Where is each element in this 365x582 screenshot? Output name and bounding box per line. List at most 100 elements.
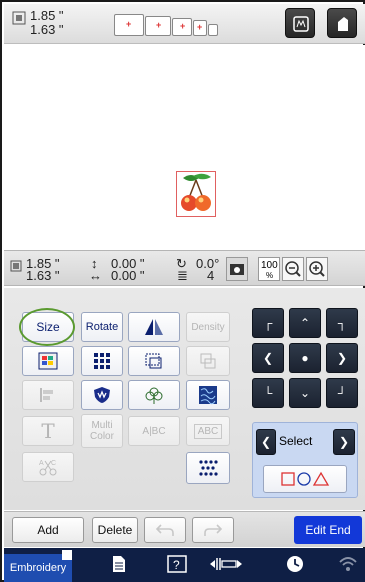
svg-text:?: ?	[173, 558, 180, 572]
corner-down-left-icon: └	[263, 386, 273, 400]
density-button[interactable]: Density	[186, 312, 230, 342]
zoom-out-button[interactable]	[282, 257, 304, 281]
chevron-left-icon: ❮	[262, 351, 274, 365]
rotate-button[interactable]: Rotate	[81, 312, 123, 342]
border-button[interactable]	[81, 346, 123, 376]
help-icon[interactable]: ?	[167, 555, 187, 579]
select-shapes-button[interactable]	[263, 465, 347, 493]
dots-array-icon	[199, 460, 218, 476]
presser-foot-svg	[210, 558, 242, 570]
horizontal-arrow-icon: ↔	[89, 268, 102, 283]
move-center-button[interactable]: ●	[289, 343, 321, 373]
app-frame: 1.85 " 1.63 " + + + + 1.85 " 1.63 " ↕ ↔ …	[0, 0, 365, 582]
applique-button[interactable]	[81, 380, 123, 410]
character-spacing-button[interactable]: A|BC	[128, 416, 180, 446]
svg-text:C: C	[51, 460, 56, 467]
chevron-right-icon: ❯	[336, 351, 348, 365]
move-down-button[interactable]: ⌄	[289, 378, 321, 408]
redo-icon	[204, 524, 223, 536]
move-down-left-button[interactable]: └	[252, 378, 284, 408]
move-right-button[interactable]: ❯	[326, 343, 358, 373]
redo-button[interactable]	[192, 517, 234, 543]
info-height: 1.63 "	[26, 268, 60, 283]
color-change-button[interactable]	[22, 346, 74, 376]
move-left-button[interactable]: ❮	[252, 343, 284, 373]
select-next-button[interactable]: ❯	[333, 429, 355, 455]
text-edit-button[interactable]: T	[22, 416, 74, 446]
move-up-right-button[interactable]: ┐	[326, 308, 358, 338]
camera-view-button[interactable]	[285, 8, 315, 38]
wifi-svg	[339, 557, 357, 571]
multi-color-button[interactable]: Multi Color	[81, 414, 123, 448]
hoop-xsmall: +	[193, 20, 207, 36]
abc-frame-label: ABC	[193, 423, 223, 439]
outline-button[interactable]	[128, 380, 180, 410]
corner-up-left-icon: ┌	[263, 316, 273, 330]
abc-label: A|BC	[142, 425, 166, 437]
scissors-icon: A C	[39, 460, 57, 476]
document-icon[interactable]	[112, 555, 126, 579]
hoop-medium: +	[145, 16, 171, 36]
align-icon	[40, 388, 53, 402]
move-up-button[interactable]: ⌃	[289, 308, 321, 338]
ungroup-button[interactable]	[186, 346, 230, 376]
help-svg: ?	[167, 555, 187, 573]
undo-button[interactable]	[144, 517, 186, 543]
cut-text-button[interactable]: A C	[22, 452, 74, 482]
edit-tool-panel: Size Rotate Density T Multi Color A|BC A…	[4, 288, 365, 510]
offset-y: 0.00 "	[111, 268, 145, 283]
add-button[interactable]: Add	[12, 517, 84, 543]
zoom-value: 100	[261, 260, 278, 271]
applique-shield-icon	[94, 387, 110, 403]
stippling-button[interactable]	[186, 380, 230, 410]
chevron-down-icon: ⌄	[299, 386, 311, 400]
thread-spool-icon: ≣	[177, 268, 188, 283]
camera-icon	[230, 264, 244, 275]
chevron-up-icon: ⌃	[299, 316, 311, 330]
svg-text:A: A	[39, 460, 44, 467]
outline-flower-icon	[145, 387, 163, 404]
snapshot-button[interactable]	[226, 257, 248, 281]
align-button[interactable]	[22, 380, 74, 410]
action-bar: Add Delete Edit End	[4, 511, 365, 547]
select-previous-button[interactable]: ❮	[256, 429, 276, 455]
array-button[interactable]	[186, 452, 230, 484]
embroidery-canvas[interactable]	[4, 45, 365, 250]
multi-color-label-2: Color	[90, 431, 114, 442]
mirror-button[interactable]	[128, 312, 180, 342]
move-down-right-button[interactable]: ┘	[326, 378, 358, 408]
select-label: Select	[279, 434, 313, 448]
text-frame-button[interactable]: ABC	[186, 416, 230, 446]
multi-color-label-1: Multi	[91, 420, 113, 431]
presser-foot-icon[interactable]	[209, 555, 243, 579]
corner-up-right-icon: ┐	[337, 316, 347, 330]
camera-view-icon	[293, 16, 309, 32]
home-button[interactable]	[327, 8, 357, 38]
ungroup-icon	[200, 353, 216, 369]
edit-end-label: Edit End	[305, 523, 351, 537]
hoop-mini	[208, 24, 218, 36]
delete-button[interactable]: Delete	[92, 517, 138, 543]
zoom-in-button[interactable]	[306, 257, 328, 281]
hoop-large: +	[114, 14, 144, 36]
shapes-icon	[281, 471, 330, 486]
clock-icon[interactable]	[286, 555, 304, 579]
chevron-left-icon: ❮	[260, 435, 272, 449]
home-icon	[338, 17, 348, 31]
move-up-left-button[interactable]: ┌	[252, 308, 284, 338]
cherry-design[interactable]	[176, 171, 216, 217]
zoom-level[interactable]: 100 %	[258, 257, 280, 281]
size-highlight-oval	[19, 308, 75, 346]
cherry-pattern-image	[181, 173, 211, 211]
delete-label: Delete	[97, 523, 133, 537]
wifi-icon[interactable]	[338, 555, 358, 579]
stipple-pattern-icon	[199, 386, 217, 405]
density-label: Density	[191, 321, 225, 333]
edit-end-button[interactable]: Edit End	[294, 516, 362, 544]
info-bar: 1.85 " 1.63 " ↕ ↔ 0.00 " 0.00 " ↻ ≣ 0.0°…	[4, 250, 365, 286]
grid-icon	[94, 353, 110, 369]
document-svg	[113, 556, 125, 572]
size-icon	[10, 260, 22, 272]
group-button[interactable]	[128, 346, 180, 376]
hoop-small: +	[172, 18, 192, 36]
